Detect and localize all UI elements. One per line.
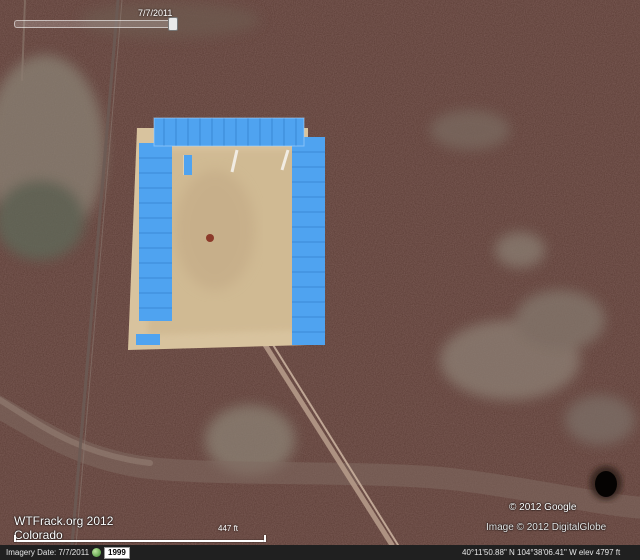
scale-bar-line — [14, 540, 264, 542]
scale-label: 447 ft — [218, 524, 239, 533]
scale-tick — [14, 535, 16, 542]
historical-year-button[interactable]: 1999 — [104, 547, 130, 559]
time-slider[interactable]: 7/7/2011 — [10, 8, 182, 31]
imagery-date: Imagery Date: 7/7/2011 — [6, 548, 90, 557]
dark-pit — [590, 466, 622, 500]
map-view[interactable]: 7/7/2011 © 2012 Google Image © 2012 Digi… — [0, 0, 640, 560]
tank-row-east — [292, 137, 325, 345]
imagery-copyright: Image © 2012 DigitalGlobe — [486, 522, 607, 533]
tank-row-mini — [184, 155, 192, 175]
coordinates-readout: 40°11'50.88" N 104°38'06.41" W elev 4797… — [462, 548, 621, 557]
time-slider-track[interactable] — [14, 20, 176, 28]
clock-history-icon[interactable] — [92, 548, 101, 557]
tank-row-small — [136, 334, 160, 345]
credit-line-1: WTFrack.org 2012 — [14, 514, 114, 528]
scale-bar — [14, 535, 266, 543]
tank-row-north — [154, 118, 304, 146]
tank-row-west — [139, 143, 172, 321]
status-bar: Imagery Date: 7/7/2011 1999 40°11'50.88"… — [0, 545, 640, 560]
time-slider-date: 7/7/2011 — [138, 8, 173, 18]
google-copyright: © 2012 Google — [509, 502, 577, 513]
satellite-imagery[interactable] — [0, 0, 640, 560]
scale-tick — [264, 535, 266, 542]
time-slider-thumb[interactable] — [168, 17, 178, 31]
